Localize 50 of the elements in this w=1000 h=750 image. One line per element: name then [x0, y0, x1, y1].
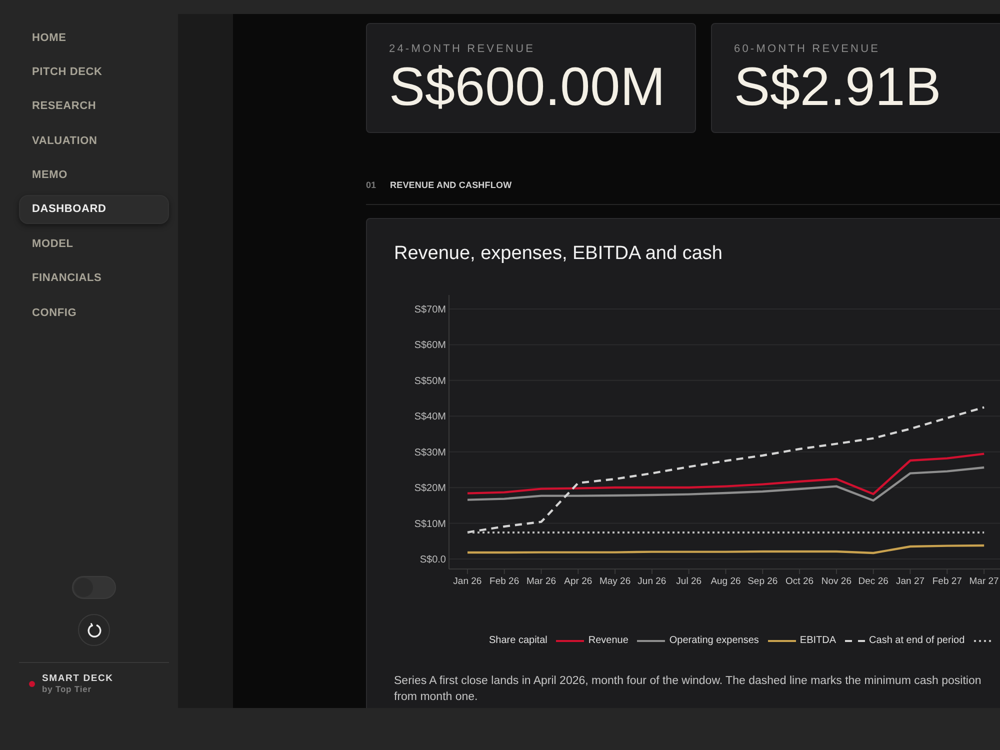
brand-tagline: by Top Tier — [42, 684, 92, 695]
y-tick-label: S$20M — [414, 483, 446, 494]
section-title: REVENUE AND CASHFLOW — [390, 180, 512, 190]
nav-item[interactable]: VALUATION — [19, 126, 169, 156]
nav-item[interactable]: CONFIG — [19, 298, 169, 328]
x-tick-label: Oct 26 — [786, 576, 814, 587]
nav-item[interactable]: MODEL — [19, 229, 169, 258]
x-tick-label: Mar 27 — [969, 576, 999, 587]
brand-dot-icon — [29, 681, 35, 687]
x-tick-label: Aug 26 — [710, 576, 741, 587]
chart-note: Series A first close lands in April 2026, month four of the window. The dashed line marks the minimum cash position from month one. — [394, 674, 982, 705]
x-tick-label: Dec 26 — [858, 576, 888, 587]
x-tick-label: Mar 26 — [526, 576, 556, 587]
nav-item[interactable]: HOME — [19, 23, 169, 52]
nav-item[interactable]: FINANCIALS — [19, 264, 169, 293]
y-tick-label: S$40M — [414, 412, 446, 423]
x-tick-label: Jan 27 — [896, 576, 925, 587]
x-tick-label: Jun 26 — [638, 576, 666, 587]
x-tick-label: Sep 26 — [748, 576, 778, 587]
x-tick-label: May 26 — [599, 576, 631, 587]
legend-label: Share capital — [489, 634, 548, 648]
y-tick-label: S$50M — [414, 376, 446, 387]
x-tick-label: Apr 26 — [564, 576, 592, 587]
y-tick-label: S$0.0 — [420, 554, 446, 566]
nav-item[interactable]: MEMO — [19, 160, 169, 190]
kpi-label: 24-MONTH REVENUE — [389, 43, 536, 56]
y-tick-label: S$10M — [414, 518, 446, 530]
section-number: 01 — [366, 180, 378, 190]
y-tick-label: S$30M — [414, 447, 446, 458]
x-tick-label: Feb 27 — [932, 576, 962, 587]
kpi-label: 60-MONTH REVENUE — [734, 43, 882, 56]
legend-label: Operating expenses — [669, 634, 759, 648]
brand-name: SMART DECK — [42, 673, 114, 684]
kpi-value: S$600.00M — [389, 60, 666, 114]
refresh-button[interactable] — [78, 614, 110, 646]
kpi-value: S$2.91B — [734, 60, 942, 114]
y-tick-label: S$60M — [414, 340, 446, 352]
x-tick-label: Feb 26 — [490, 576, 520, 587]
legend-label: Revenue — [588, 634, 628, 648]
nav-item[interactable]: PITCH DECK — [19, 57, 169, 86]
nav-item[interactable]: RESEARCH — [19, 92, 169, 121]
x-tick-label: Jan 26 — [453, 576, 482, 587]
legend-label: Cash at end of period — [869, 634, 965, 648]
x-tick-label: Nov 26 — [821, 576, 852, 587]
y-tick-label: S$70M — [414, 304, 446, 316]
chart-title: Revenue, expenses, EBITDA and cash — [394, 243, 724, 265]
legend-label: EBITDA — [800, 634, 836, 648]
x-tick-label: Jul 26 — [676, 576, 702, 587]
nav-item[interactable]: DASHBOARD — [19, 194, 169, 224]
refresh-icon — [86, 622, 102, 638]
